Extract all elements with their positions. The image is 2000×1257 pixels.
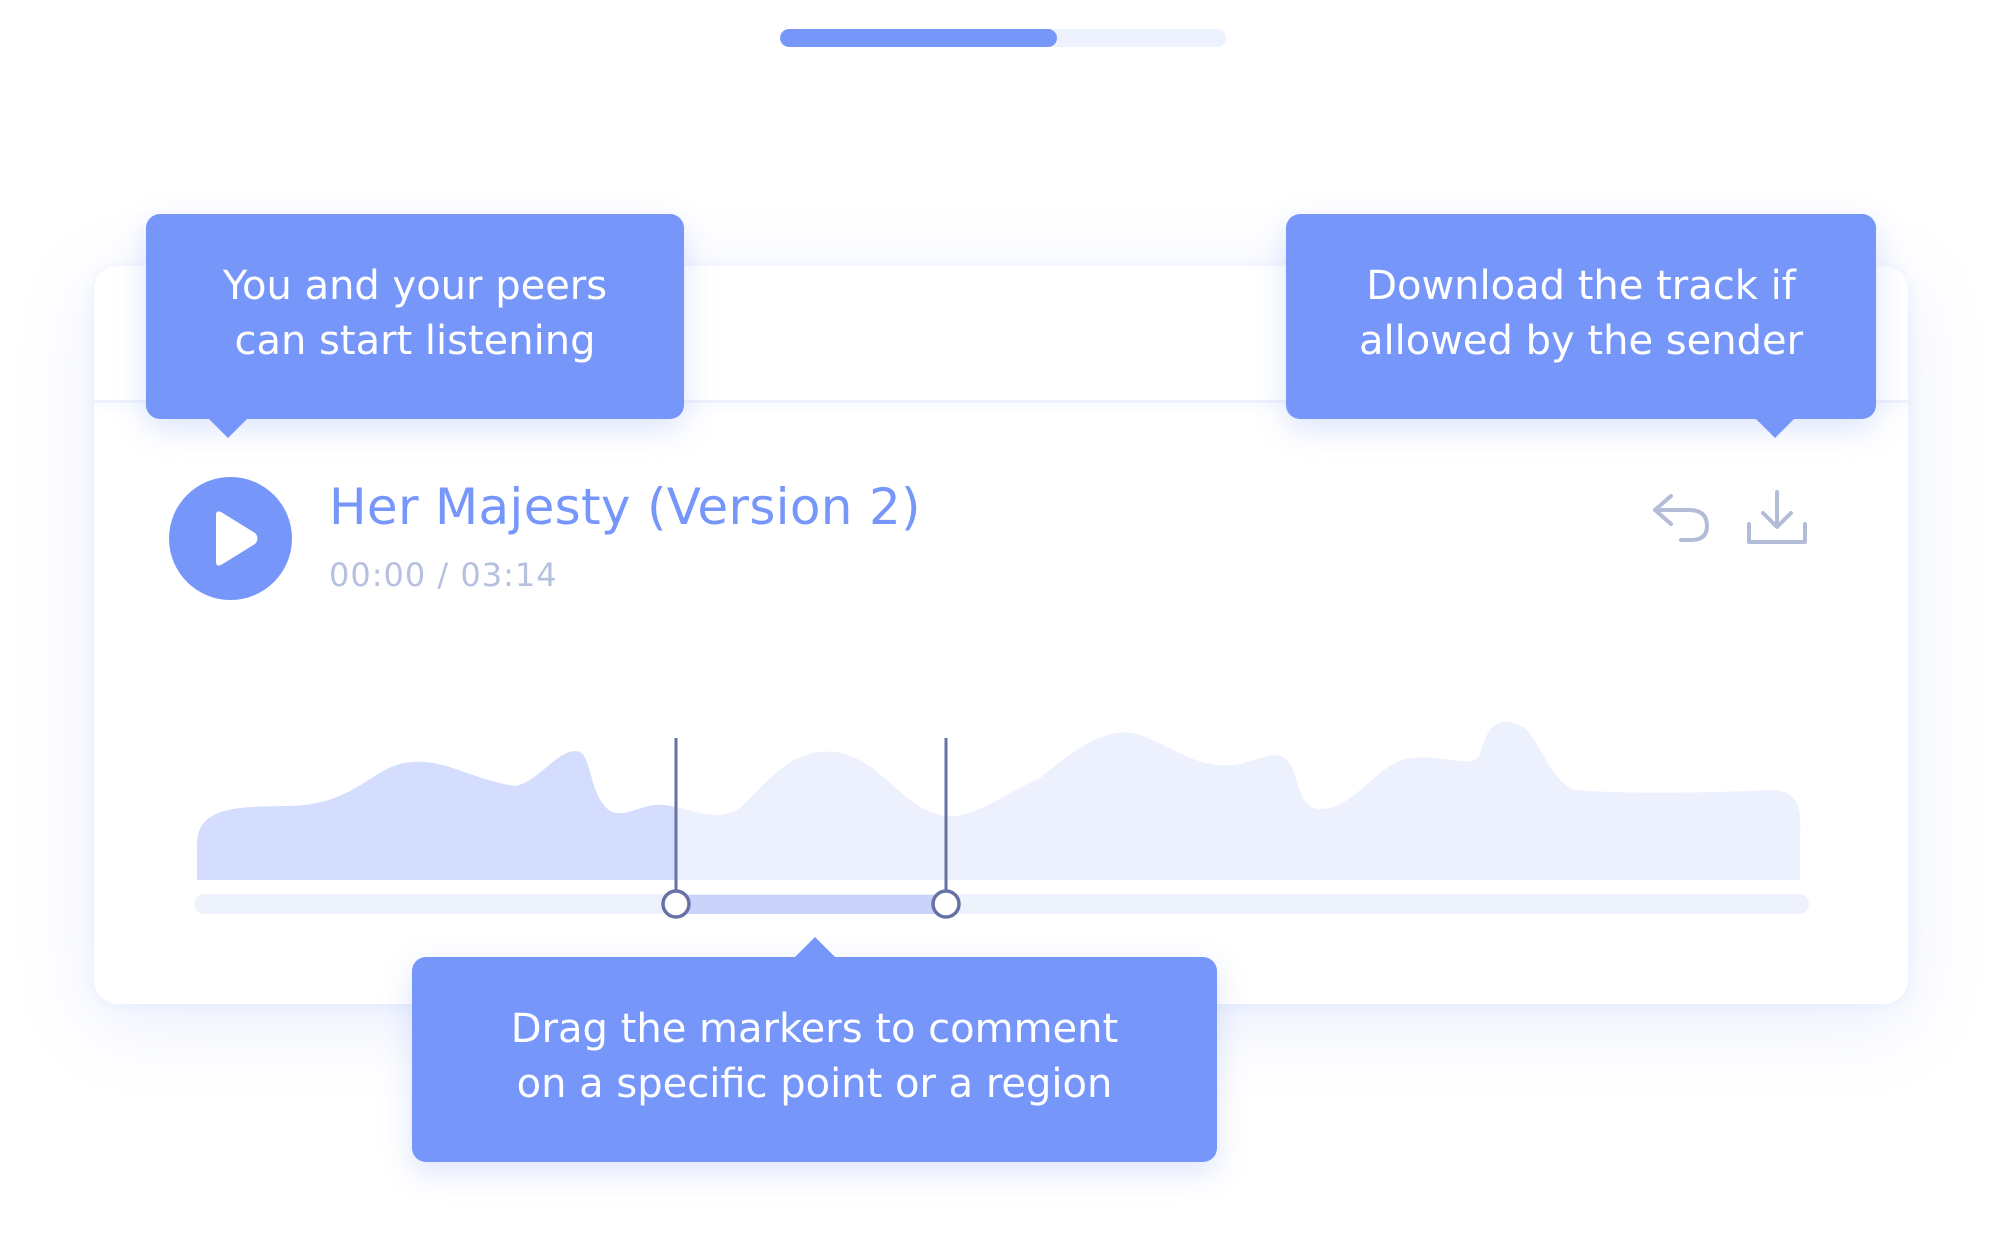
tooltip-markers-text: Drag the markers to comment on a specifi… <box>510 1006 1119 1107</box>
tooltip-play-text: You and your peers can start listening <box>222 263 608 364</box>
tooltip-download: Download the track if allowed by the sen… <box>1286 214 1876 438</box>
tooltip-markers: Drag the markers to comment on a specifi… <box>412 937 1217 1162</box>
tooltip-download-text: Download the track if allowed by the sen… <box>1358 263 1804 364</box>
tooltip-play-arrow <box>208 418 248 438</box>
tooltip-play: You and your peers can start listening <box>146 214 684 438</box>
selected-region[interactable] <box>676 895 946 914</box>
tooltip-markers-arrow <box>795 937 835 957</box>
tooltip-download-arrow <box>1755 418 1795 438</box>
start-marker-handle[interactable] <box>661 889 691 919</box>
end-marker-handle[interactable] <box>931 889 961 919</box>
onboarding-stage: Her Majesty (Version 2) 00:00 / 03:14 Yo… <box>0 0 2000 1257</box>
